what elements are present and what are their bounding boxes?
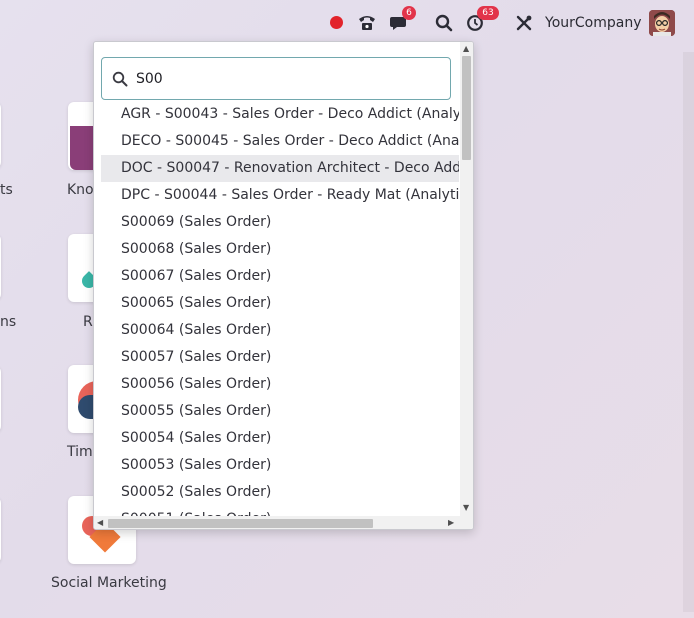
vertical-scroll-thumb[interactable] bbox=[462, 56, 471, 160]
list-item[interactable]: DECO - S00045 - Sales Order - Deco Addic… bbox=[101, 128, 459, 155]
horizontal-scrollbar[interactable]: ◀ ▶ bbox=[94, 516, 460, 529]
list-item[interactable]: S00057 (Sales Order) bbox=[101, 344, 459, 371]
scroll-right-arrow-icon[interactable]: ▶ bbox=[448, 519, 454, 527]
scroll-down-arrow-icon[interactable]: ▼ bbox=[463, 504, 469, 512]
activities-button[interactable]: 63 bbox=[465, 6, 499, 34]
app-label: R bbox=[83, 314, 93, 330]
horizontal-scroll-thumb[interactable] bbox=[108, 519, 373, 528]
app-label: Tim bbox=[67, 444, 93, 460]
activities-badge: 63 bbox=[477, 6, 499, 20]
phone-icon[interactable] bbox=[357, 12, 377, 34]
autocomplete-dropdown: AGR - S00043 - Sales Order - Deco Addict… bbox=[93, 41, 474, 530]
app-tile-partial[interactable] bbox=[0, 497, 1, 563]
search-input[interactable] bbox=[136, 68, 436, 90]
app-label: Social Marketing bbox=[51, 575, 167, 591]
search-field[interactable] bbox=[101, 57, 451, 100]
list-item[interactable]: S00055 (Sales Order) bbox=[101, 398, 459, 425]
list-item[interactable]: S00068 (Sales Order) bbox=[101, 236, 459, 263]
list-item[interactable]: DPC - S00044 - Sales Order - Ready Mat (… bbox=[101, 182, 459, 209]
scrollbar-corner bbox=[460, 516, 473, 529]
list-item[interactable]: DOC - S00047 - Renovation Architect - De… bbox=[101, 155, 459, 182]
list-item[interactable]: S00067 (Sales Order) bbox=[101, 263, 459, 290]
scroll-up-arrow-icon[interactable]: ▲ bbox=[463, 45, 469, 53]
messages-button[interactable]: 6 bbox=[389, 6, 416, 34]
results-list: AGR - S00043 - Sales Order - Deco Addict… bbox=[101, 100, 459, 517]
company-switcher[interactable]: YourCompany bbox=[545, 14, 642, 32]
search-icon[interactable] bbox=[434, 12, 454, 34]
list-item[interactable]: S00052 (Sales Order) bbox=[101, 479, 459, 506]
user-avatar-icon bbox=[649, 10, 675, 36]
vertical-scrollbar[interactable]: ▲ ▼ bbox=[460, 42, 473, 516]
tools-icon[interactable] bbox=[514, 12, 534, 34]
recording-indicator[interactable] bbox=[330, 16, 343, 29]
list-item[interactable]: AGR - S00043 - Sales Order - Deco Addict… bbox=[101, 101, 459, 128]
app-tile-partial[interactable] bbox=[0, 102, 1, 168]
app-label: Kno bbox=[67, 182, 94, 198]
search-icon bbox=[112, 71, 128, 87]
app-label: ts bbox=[0, 182, 13, 198]
list-item[interactable]: S00064 (Sales Order) bbox=[101, 317, 459, 344]
list-item[interactable]: S00054 (Sales Order) bbox=[101, 425, 459, 452]
app-tile-partial[interactable] bbox=[0, 234, 1, 300]
list-item[interactable]: S00053 (Sales Order) bbox=[101, 452, 459, 479]
app-tile-partial[interactable] bbox=[0, 366, 1, 432]
right-scroll-strip bbox=[683, 52, 694, 612]
app-label: ns bbox=[0, 314, 17, 330]
messages-badge: 6 bbox=[402, 6, 416, 20]
top-navbar: 6 63 YourCompany bbox=[0, 0, 694, 46]
list-item[interactable]: S00069 (Sales Order) bbox=[101, 209, 459, 236]
scroll-left-arrow-icon[interactable]: ◀ bbox=[97, 519, 103, 527]
avatar[interactable] bbox=[649, 10, 675, 36]
list-item[interactable]: S00065 (Sales Order) bbox=[101, 290, 459, 317]
list-item[interactable]: S00056 (Sales Order) bbox=[101, 371, 459, 398]
